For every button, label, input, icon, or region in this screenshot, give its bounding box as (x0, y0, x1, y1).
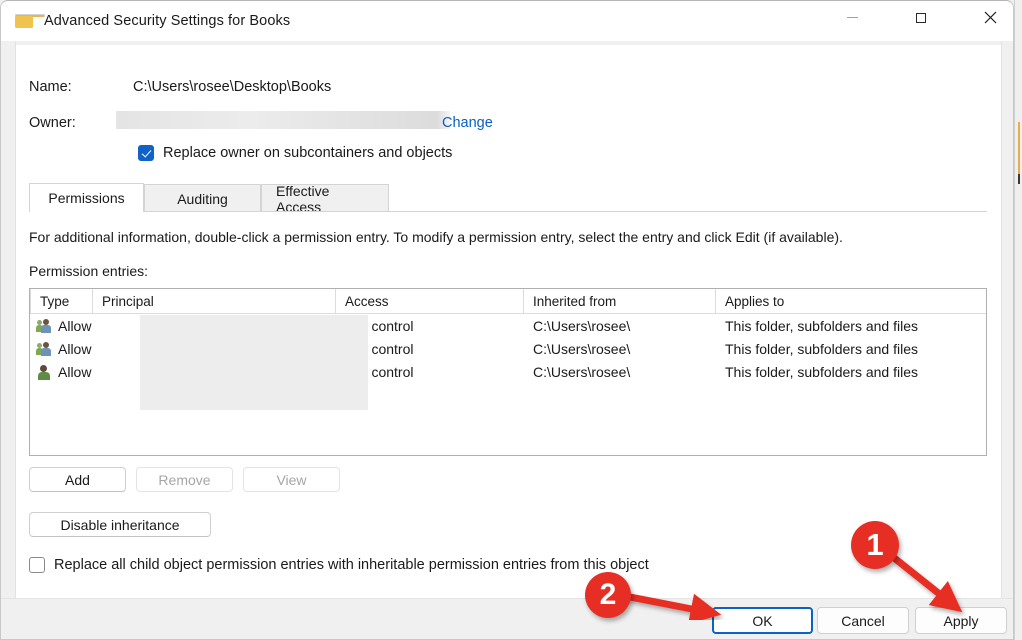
disable-inheritance-button[interactable]: Disable inheritance (29, 512, 211, 537)
replace-owner-label: Replace owner on subcontainers and objec… (163, 145, 452, 161)
column-header-access[interactable]: Access (336, 289, 524, 314)
remove-button[interactable]: Remove (136, 467, 233, 492)
cell-inherited-from: C:\Users\rosee\ (524, 318, 716, 334)
tab-auditing-label: Auditing (177, 191, 228, 207)
owner-label: Owner: (29, 115, 76, 131)
tab-auditing[interactable]: Auditing (144, 184, 261, 212)
user-group-icon (36, 341, 52, 357)
tab-permissions-label: Permissions (48, 190, 124, 206)
table-row[interactable]: Allow Full control C:\Users\rosee\ This … (30, 314, 986, 337)
cell-access: Full control (336, 364, 524, 380)
cell-inherited-from: C:\Users\rosee\ (524, 341, 716, 357)
cell-applies-to: This folder, subfolders and files (716, 364, 984, 380)
table-row[interactable]: Allow Full control C:\Users\rosee\ This … (30, 360, 986, 383)
left-gutter (1, 41, 16, 598)
cell-access: Full control (336, 341, 524, 357)
single-user-icon (36, 364, 52, 380)
permission-entries-table: Type Principal Access Inherited from App… (29, 288, 987, 456)
replace-child-permissions-checkbox[interactable] (29, 557, 45, 573)
cell-type-text: Allow (58, 318, 91, 334)
right-gutter (1001, 41, 1014, 598)
cell-applies-to: This folder, subfolders and files (716, 318, 984, 334)
tab-effective-access[interactable]: Effective Access (261, 184, 389, 212)
owner-value-redacted (116, 111, 450, 129)
view-button[interactable]: View (243, 467, 340, 492)
replace-child-permissions-checkbox-row[interactable]: Replace all child object permission entr… (29, 557, 649, 573)
cell-applies-to: This folder, subfolders and files (716, 341, 984, 357)
tab-bar: Permissions Auditing Effective Access (29, 183, 987, 212)
close-icon (984, 11, 997, 24)
close-button[interactable] (967, 1, 1013, 34)
column-header-applies-to[interactable]: Applies to (716, 289, 984, 314)
ok-button[interactable]: OK (712, 607, 813, 634)
table-header-row: Type Principal Access Inherited from App… (30, 289, 986, 314)
description-text: For additional information, double-click… (29, 229, 843, 245)
table-row[interactable]: Allow Full control C:\Users\rosee\ This … (30, 337, 986, 360)
maximize-button[interactable] (898, 1, 944, 34)
replace-owner-checkbox[interactable] (138, 145, 154, 161)
background-window-accent (1018, 122, 1020, 174)
permission-entries-label: Permission entries: (29, 263, 148, 279)
column-header-inherited-from[interactable]: Inherited from (524, 289, 716, 314)
dialog-footer: OK Cancel Apply (1, 598, 1013, 640)
name-value: C:\Users\rosee\Desktop\Books (133, 79, 331, 95)
name-label: Name: (29, 79, 72, 95)
cancel-button[interactable]: Cancel (817, 607, 909, 634)
background-window-accent-dark (1018, 174, 1020, 184)
column-header-principal[interactable]: Principal (93, 289, 336, 314)
minimize-button[interactable] (829, 1, 875, 34)
advanced-security-settings-dialog: Advanced Security Settings for Books Nam… (0, 0, 1014, 640)
cell-access: Full control (336, 318, 524, 334)
minimize-icon (847, 17, 858, 18)
apply-button[interactable]: Apply (915, 607, 1007, 634)
cell-type-text: Allow (58, 364, 91, 380)
tab-underline (29, 211, 987, 212)
cell-inherited-from: C:\Users\rosee\ (524, 364, 716, 380)
background-window-sliver (1014, 0, 1022, 640)
dialog-page: Name: C:\Users\rosee\Desktop\Books Owner… (16, 45, 1001, 598)
column-header-type[interactable]: Type (30, 289, 93, 314)
folder-icon (15, 14, 33, 29)
window-title: Advanced Security Settings for Books (44, 13, 290, 29)
title-bar: Advanced Security Settings for Books (1, 1, 1013, 41)
dialog-content: Name: C:\Users\rosee\Desktop\Books Owner… (1, 41, 1013, 639)
tab-permissions[interactable]: Permissions (29, 183, 144, 212)
cell-type: Allow (30, 318, 93, 334)
tab-effective-access-label: Effective Access (276, 183, 374, 215)
cell-type: Allow (30, 341, 93, 357)
replace-owner-checkbox-row[interactable]: Replace owner on subcontainers and objec… (138, 145, 452, 161)
add-button[interactable]: Add (29, 467, 126, 492)
change-owner-link[interactable]: Change (442, 115, 493, 131)
user-group-icon (36, 318, 52, 334)
cell-type-text: Allow (58, 341, 91, 357)
maximize-icon (916, 13, 926, 23)
replace-child-permissions-label: Replace all child object permission entr… (54, 557, 649, 573)
cell-type: Allow (30, 364, 93, 380)
